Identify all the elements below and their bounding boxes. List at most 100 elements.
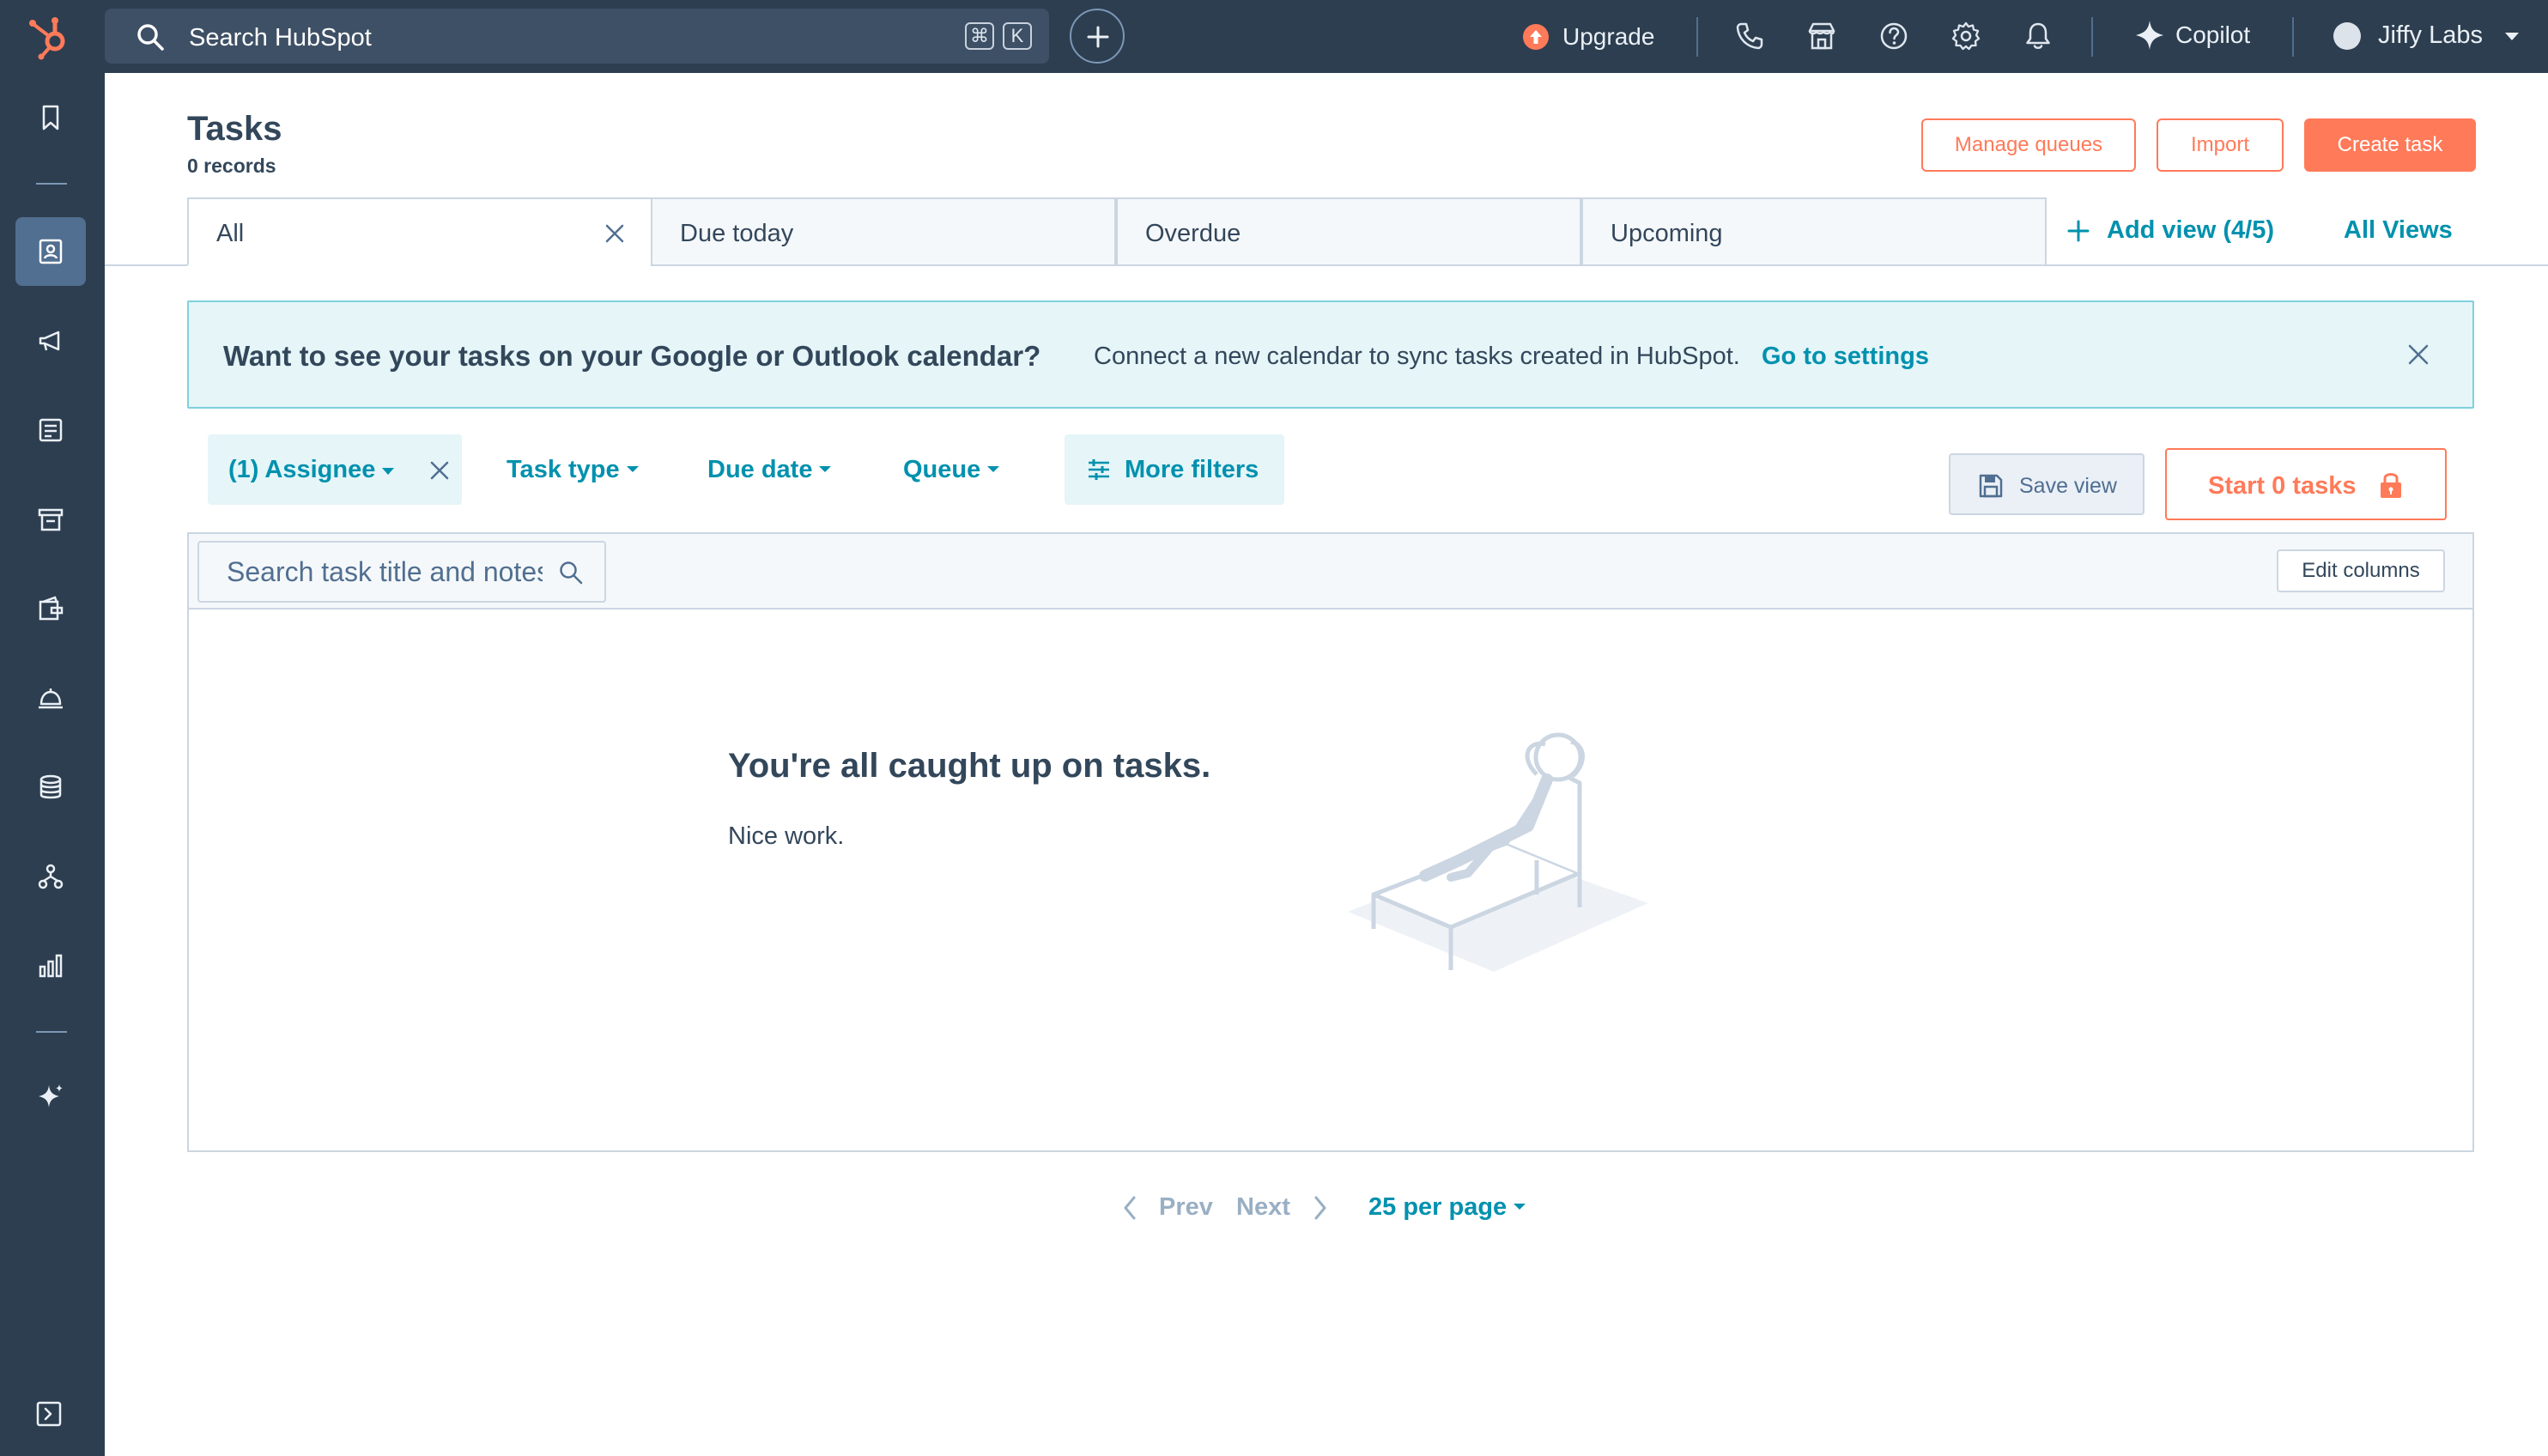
command-key-hint: ⌘ (965, 22, 994, 50)
upgrade-label: Upgrade (1562, 23, 1655, 50)
notifications-bell-icon[interactable] (2023, 21, 2054, 52)
tab-label: All (216, 220, 245, 247)
caret-down-icon (1514, 1203, 1526, 1210)
hubspot-logo-icon[interactable] (26, 14, 76, 60)
expand-sidebar-icon[interactable] (34, 1399, 64, 1429)
empty-state-title: You're all caught up on tasks. (728, 747, 1211, 785)
top-navigation-bar: Search HubSpot ⌘ K Upgrade Copilot Jiffy… (0, 0, 2548, 73)
bookmark-icon (42, 105, 59, 130)
tab-due-today[interactable]: Due today (651, 197, 1116, 266)
sliders-icon (1089, 459, 1109, 480)
close-icon[interactable] (604, 223, 625, 244)
nav-data-management[interactable] (15, 753, 86, 822)
save-view-button[interactable]: Save view (1949, 453, 2145, 515)
relaxing-person-illustration (1348, 732, 1648, 972)
manage-queues-button[interactable]: Manage queues (1921, 118, 2136, 172)
quick-create-button[interactable] (1070, 9, 1125, 64)
account-name: Jiffy Labs (2378, 21, 2483, 49)
topbar-divider (1696, 17, 1698, 57)
caret-down-icon (819, 465, 832, 472)
caret-down-icon (626, 465, 639, 472)
megaphone-icon (39, 331, 60, 351)
database-icon (39, 774, 62, 799)
service-bell-icon (39, 689, 63, 709)
clear-filter-icon[interactable] (429, 460, 450, 481)
task-type-label: Task type (507, 456, 620, 483)
per-page-select[interactable]: 25 per page (1368, 1193, 1526, 1222)
bar-chart-icon (39, 954, 63, 978)
banner-title: Want to see your tasks on your Google or… (223, 340, 1041, 372)
nav-reporting[interactable] (15, 931, 86, 1000)
task-search-field[interactable] (197, 541, 606, 603)
task-search-input[interactable] (199, 543, 543, 601)
help-icon[interactable] (1878, 21, 1909, 52)
settings-gear-icon[interactable] (1950, 21, 1981, 52)
sparkle-icon (39, 1084, 63, 1107)
task-type-filter[interactable]: Task type (507, 456, 639, 484)
more-filters-label: More filters (1125, 456, 1259, 483)
tab-label: Overdue (1145, 220, 1241, 247)
nav-content[interactable] (15, 396, 86, 464)
nav-breeze-ai[interactable] (15, 1062, 86, 1131)
nav-bookmarks[interactable] (15, 83, 86, 152)
record-count: 0 records (187, 155, 276, 177)
next-page-button[interactable]: Next (1236, 1193, 1290, 1222)
global-search-bar[interactable]: Search HubSpot ⌘ K (105, 9, 1049, 64)
save-disk-icon (1979, 474, 2003, 498)
wallet-icon (39, 596, 64, 621)
import-button[interactable]: Import (2157, 118, 2284, 172)
start-tasks-label: Start 0 tasks (2208, 472, 2357, 500)
nav-automation[interactable] (15, 842, 86, 911)
chevron-right-icon (1314, 1196, 1326, 1220)
nav-sales[interactable] (15, 574, 86, 643)
all-views-link[interactable]: All Views (2344, 216, 2453, 245)
topbar-divider (2292, 17, 2294, 57)
edit-columns-button[interactable]: Edit columns (2277, 549, 2445, 592)
go-to-settings-link[interactable]: Go to settings (1762, 343, 1929, 371)
close-icon[interactable] (2407, 343, 2430, 366)
prev-page-button[interactable]: Prev (1159, 1193, 1213, 1222)
per-page-label: 25 per page (1368, 1193, 1508, 1221)
tab-all[interactable]: All (187, 197, 652, 266)
create-task-button[interactable]: Create task (2304, 118, 2476, 172)
chevron-down-icon (2505, 33, 2519, 40)
side-navigation (0, 73, 105, 1456)
due-date-filter[interactable]: Due date (707, 456, 832, 484)
nav-crm[interactable] (15, 217, 86, 286)
banner-text: Connect a new calendar to sync tasks cre… (1094, 343, 1740, 370)
tasks-table: Edit columns You're all caught up on tas… (187, 532, 2474, 1152)
marketplace-icon[interactable] (1806, 21, 1837, 52)
nav-service[interactable] (15, 664, 86, 732)
queue-filter[interactable]: Queue (903, 456, 1000, 484)
caret-down-icon (382, 468, 394, 475)
contacts-icon (39, 239, 63, 264)
search-icon (560, 561, 583, 585)
upgrade-arrow-icon (1523, 24, 1549, 50)
tab-label: Upcoming (1611, 220, 1723, 247)
content-icon (39, 418, 63, 442)
save-view-label: Save view (2019, 474, 2117, 498)
storefront-icon (38, 508, 64, 531)
assignee-filter[interactable]: (1) Assignee (208, 434, 462, 505)
page-title: Tasks (187, 110, 282, 148)
phone-icon[interactable] (1734, 21, 1765, 52)
tab-overdue[interactable]: Overdue (1116, 197, 1581, 266)
plus-icon (2067, 220, 2090, 242)
tab-upcoming[interactable]: Upcoming (1581, 197, 2047, 266)
nav-divider (36, 183, 67, 185)
assignee-filter-label: (1) Assignee (228, 456, 376, 483)
queue-label: Queue (903, 456, 981, 483)
calendar-sync-banner: Want to see your tasks on your Google or… (187, 300, 2474, 409)
start-tasks-button[interactable]: Start 0 tasks (2165, 448, 2447, 520)
nav-marketing[interactable] (15, 306, 86, 375)
nav-divider (36, 1031, 67, 1033)
chevron-left-icon (1124, 1196, 1136, 1220)
more-filters-button[interactable]: More filters (1065, 434, 1284, 505)
search-icon (137, 24, 164, 51)
due-date-label: Due date (707, 456, 813, 483)
table-toolbar: Edit columns (189, 534, 2472, 610)
topbar-divider (2091, 17, 2093, 57)
nav-commerce[interactable] (15, 485, 86, 554)
copilot-label: Copilot (2175, 21, 2251, 48)
sparkle-icon (2136, 21, 2163, 50)
